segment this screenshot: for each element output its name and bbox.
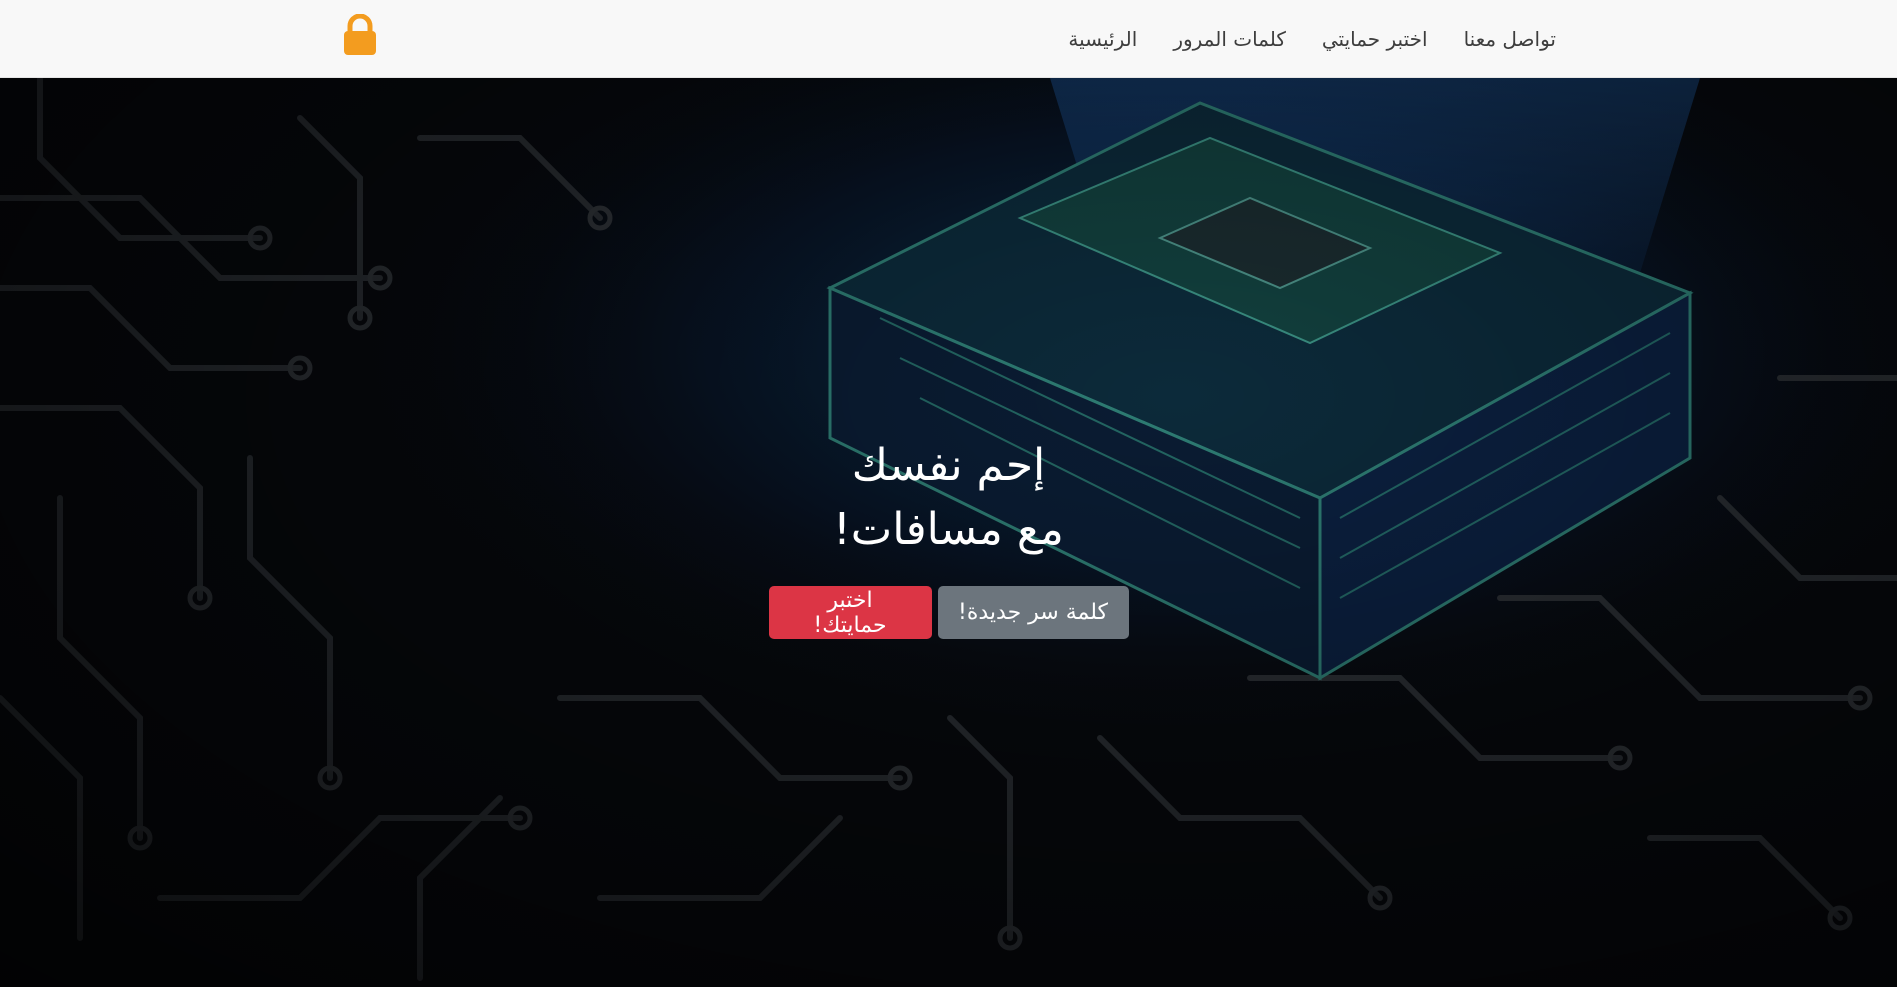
test-protection-button[interactable]: اختبر حمايتك! [768,586,932,639]
new-password-button[interactable]: كلمة سر جديدة! [937,586,1129,639]
nav-link-passwords[interactable]: كلمات المرور [1173,27,1286,51]
brand-logo[interactable] [340,13,380,56]
nav-link-contact[interactable]: تواصل معنا [1464,27,1556,51]
hero-buttons: اختبر حمايتك! كلمة سر جديدة! [0,586,1897,639]
lock-icon [344,13,376,55]
hero-title-line-2: مع مسافات! [833,504,1064,555]
nav-link-home[interactable]: الرئيسية [1068,27,1137,51]
top-navbar: الرئيسية كلمات المرور اختبر حمايتي تواصل… [0,0,1897,78]
navbar-container: الرئيسية كلمات المرور اختبر حمايتي تواصل… [0,0,1897,78]
main-nav: الرئيسية كلمات المرور اختبر حمايتي تواصل… [1068,0,1556,78]
hero-section: إحم نفسك مع مسافات! اختبر حمايتك! كلمة س… [0,78,1897,987]
hero-title-line-1: إحم نفسك [851,440,1046,491]
hero-title: إحم نفسك مع مسافات! [0,434,1897,562]
nav-link-test-protection[interactable]: اختبر حمايتي [1322,27,1428,51]
hero-content: إحم نفسك مع مسافات! اختبر حمايتك! كلمة س… [0,434,1897,639]
